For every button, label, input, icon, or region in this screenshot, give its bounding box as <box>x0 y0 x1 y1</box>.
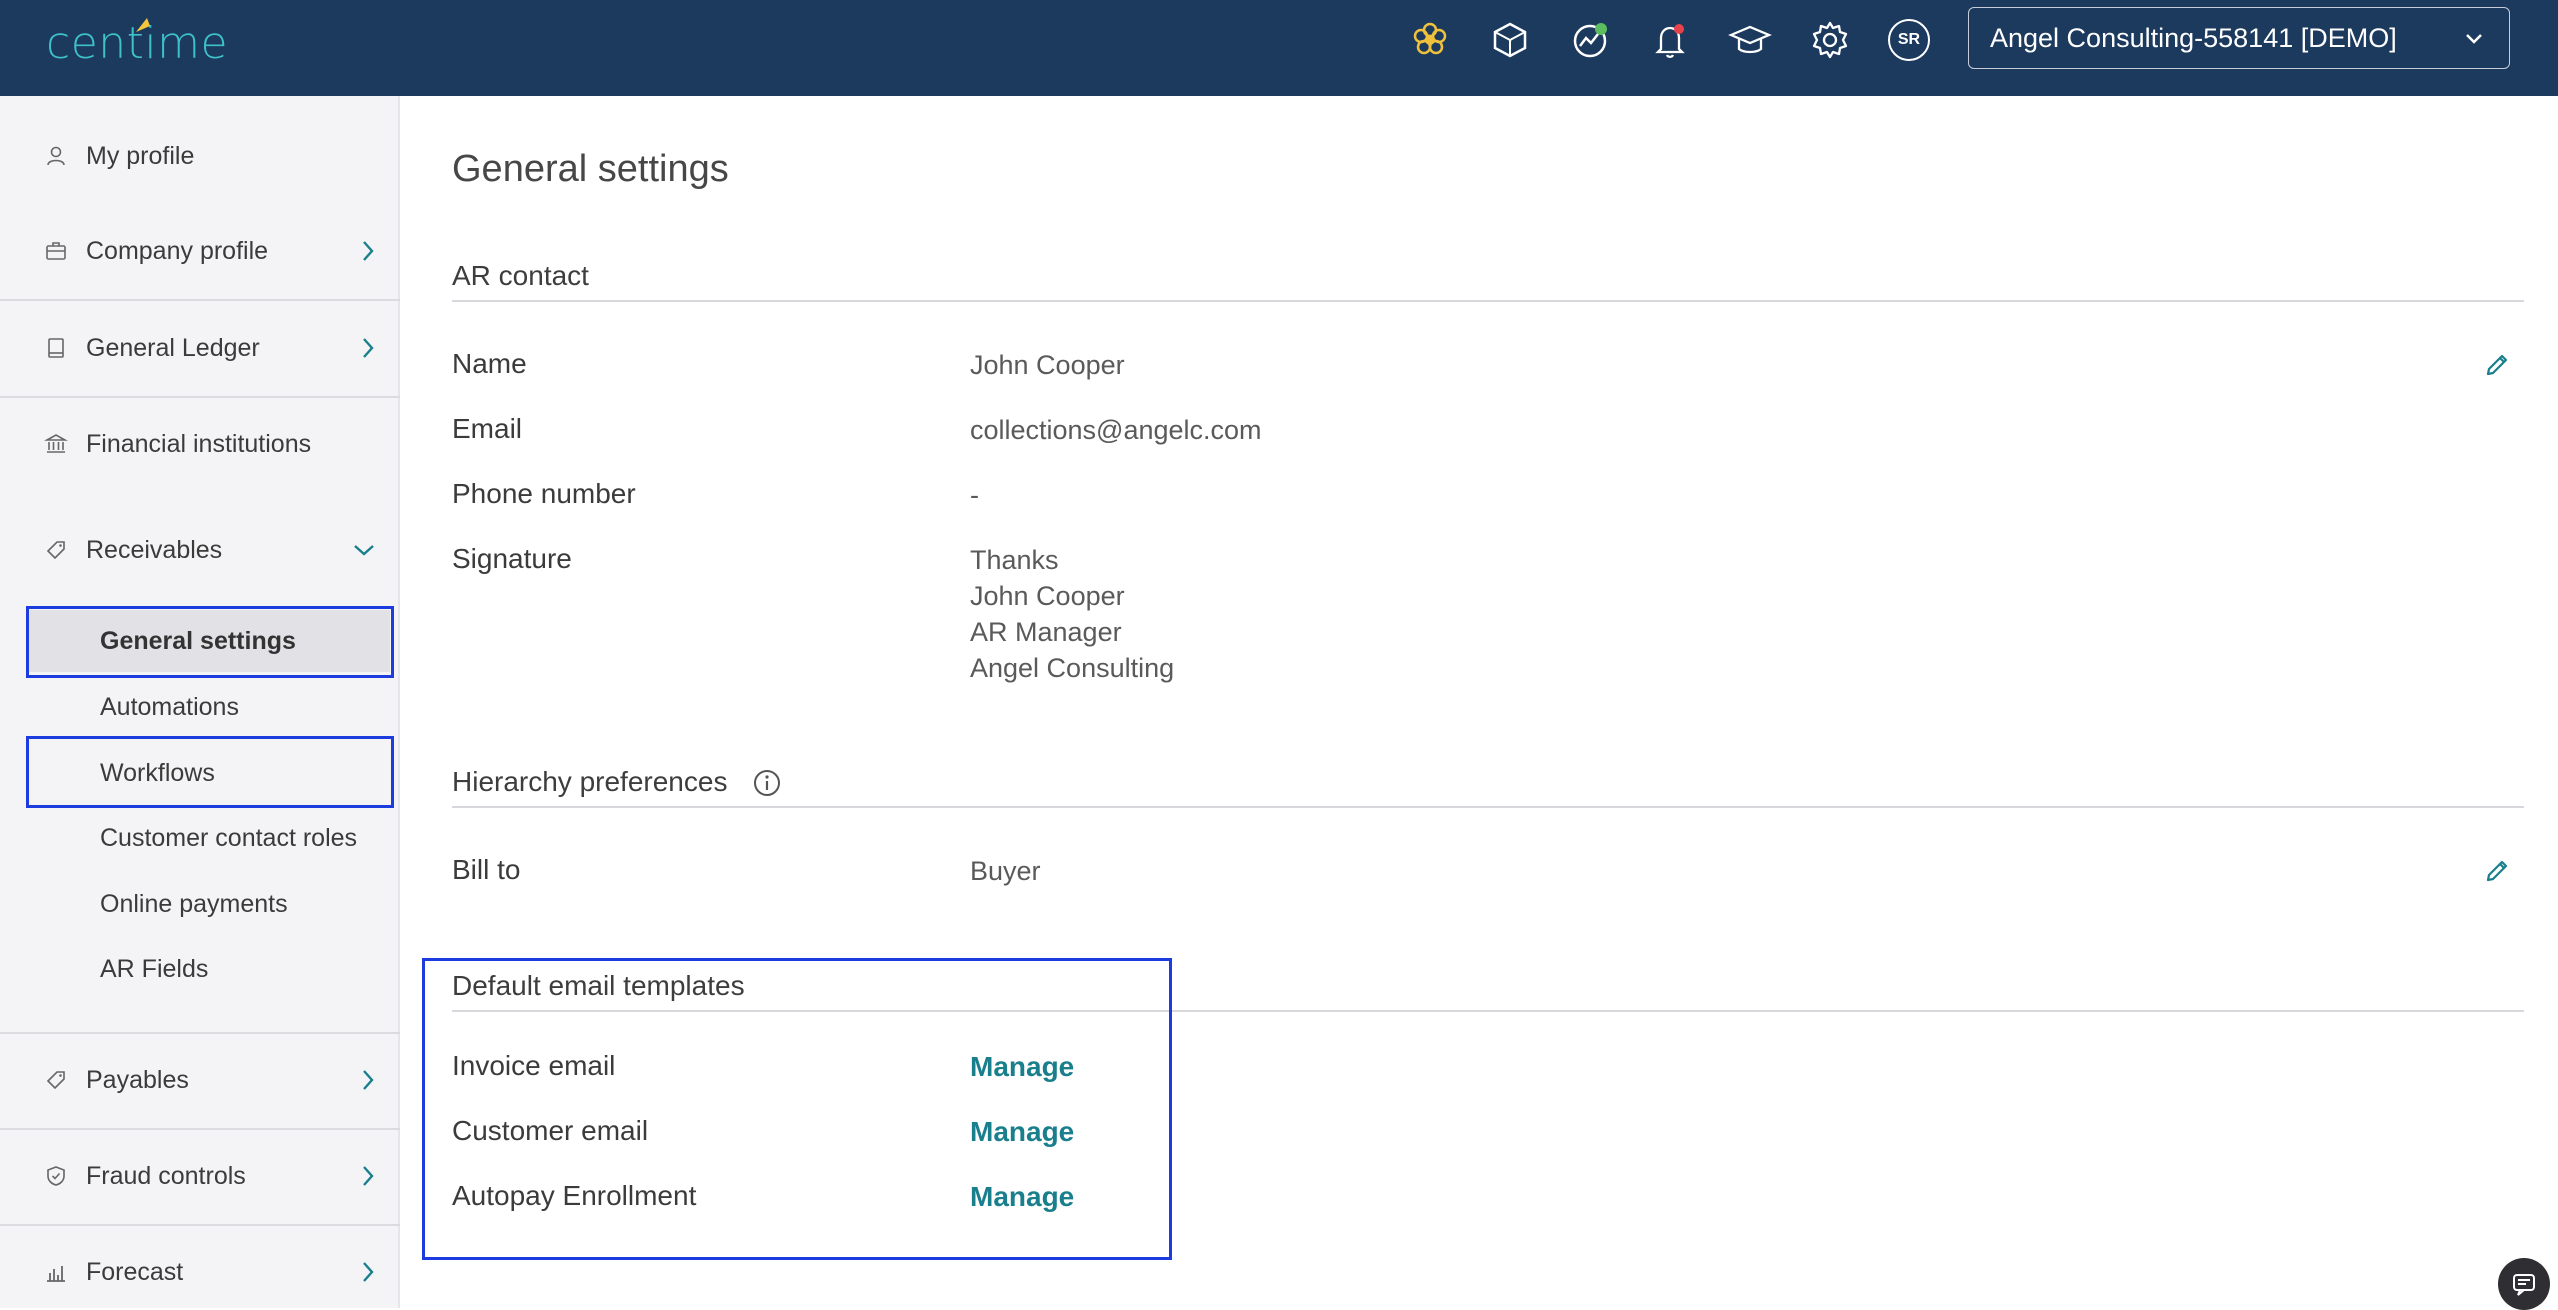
phone-value: - <box>970 480 979 510</box>
box-icon[interactable] <box>1488 18 1532 62</box>
edit-pencil-icon[interactable] <box>2482 350 2512 380</box>
chart-growth-icon[interactable] <box>1568 18 1612 62</box>
graduation-cap-icon[interactable] <box>1728 18 1772 62</box>
sidebar-item-forecast[interactable]: Forecast <box>0 1242 400 1302</box>
sidebar-divider <box>0 396 400 398</box>
bank-icon <box>44 434 68 453</box>
invoice-email-label: Invoice email <box>452 1050 616 1081</box>
chat-icon <box>2513 1274 2535 1296</box>
briefcase-icon <box>46 242 66 260</box>
name-label: Name <box>452 348 527 379</box>
sidebar-subitem-ar-fields[interactable]: AR Fields <box>28 938 390 1000</box>
sidebar-item-label: Forecast <box>86 1257 184 1286</box>
sidebar-divider <box>0 1128 400 1130</box>
section-divider <box>452 300 2524 302</box>
sidebar-subitem-label: Online payments <box>100 889 288 918</box>
page-title: General settings <box>452 148 729 190</box>
sidebar-item-label: Fraud controls <box>86 1161 246 1190</box>
bill-to-label: Bill to <box>452 854 521 885</box>
signature-line: Thanks <box>970 545 1059 575</box>
sidebar-item-receivables[interactable]: Receivables <box>0 520 400 580</box>
sidebar-item-label: Payables <box>86 1065 189 1094</box>
section-divider <box>452 806 2524 808</box>
sidebar-item-company-profile[interactable]: Company profile <box>0 221 400 281</box>
gear-icon[interactable] <box>1808 18 1852 62</box>
bell-icon[interactable] <box>1648 18 1692 62</box>
chevron-down-icon <box>2466 34 2482 44</box>
book-icon <box>48 338 64 358</box>
signature-line: AR Manager <box>970 617 1122 647</box>
autopay-enrollment-label: Autopay Enrollment <box>452 1180 697 1211</box>
sidebar-divider <box>0 299 400 301</box>
logo-mark-icon <box>136 18 150 32</box>
signature-label: Signature <box>452 543 572 574</box>
section-divider <box>452 1010 2524 1012</box>
highlight-box-email-templates <box>422 958 1172 1260</box>
sidebar-item-label: My profile <box>86 141 195 170</box>
chevron-right-icon <box>363 338 374 358</box>
manage-customer-email-link[interactable]: Manage <box>970 1116 1074 1148</box>
bill-to-value: Buyer <box>970 856 1041 886</box>
customer-email-label: Customer email <box>452 1115 649 1146</box>
name-value: John Cooper <box>970 350 1125 380</box>
email-value: collections@angelc.com <box>970 415 1262 445</box>
bar-chart-icon <box>47 1266 65 1282</box>
tag-icon <box>46 541 65 560</box>
sidebar-item-label: Financial institutions <box>86 429 312 458</box>
sidebar-item-label: Receivables <box>86 535 223 564</box>
company-selector-label: Angel Consulting-558141 [DEMO] <box>1990 22 2397 53</box>
section-title-ar-contact: AR contact <box>452 260 589 291</box>
sidebar-item-fraud-controls[interactable]: Fraud controls <box>0 1146 400 1206</box>
main-content: General settings AR contact Name John Co… <box>400 96 2558 1308</box>
phone-label: Phone number <box>452 478 636 509</box>
info-icon[interactable] <box>752 768 782 798</box>
sidebar-subitem-customer-contact-roles[interactable]: Customer contact roles <box>28 807 390 869</box>
user-avatar[interactable]: SR <box>1888 19 1930 61</box>
chevron-right-icon <box>363 1262 374 1282</box>
sidebar-item-label: General Ledger <box>86 333 260 362</box>
sidebar-subitem-label: Automations <box>100 692 239 721</box>
sidebar-subitem-online-payments[interactable]: Online payments <box>28 873 390 935</box>
sidebar-divider <box>0 1032 400 1034</box>
tag-icon <box>46 1071 65 1090</box>
sidebar-subitem-label: AR Fields <box>100 954 209 983</box>
section-title-hierarchy-preferences: Hierarchy preferences <box>452 766 728 797</box>
section-title-default-email-templates: Default email templates <box>452 970 745 1001</box>
chevron-down-icon <box>354 545 374 556</box>
signature-line: Angel Consulting <box>970 653 1175 683</box>
sidebar-item-financial-institutions[interactable]: Financial institutions <box>0 414 400 474</box>
chat-support-button[interactable] <box>2498 1258 2550 1310</box>
chevron-right-icon <box>363 241 374 261</box>
sidebar-item-general-ledger[interactable]: General Ledger <box>0 318 400 378</box>
email-label: Email <box>452 413 523 444</box>
manage-autopay-enrollment-link[interactable]: Manage <box>970 1181 1074 1213</box>
shield-icon <box>47 1166 65 1186</box>
manage-invoice-email-link[interactable]: Manage <box>970 1051 1074 1083</box>
sidebar-item-label: Company profile <box>86 236 269 265</box>
sidebar-subitem-label: Workflows <box>100 758 215 787</box>
flower-icon[interactable] <box>1408 18 1452 62</box>
sidebar-divider <box>0 1224 400 1226</box>
chevron-right-icon <box>363 1070 374 1090</box>
sidebar-subitem-workflows[interactable]: Workflows <box>28 742 390 804</box>
company-selector-dropdown[interactable]: Angel Consulting-558141 [DEMO] <box>1968 7 2510 69</box>
chevron-right-icon <box>363 1166 374 1186</box>
top-navigation-bar: centime SR Angel Consulting-558141 [DEMO… <box>0 0 2558 96</box>
sidebar-subitem-label: General settings <box>100 626 296 655</box>
sidebar-subitem-general-settings[interactable]: General settings <box>28 610 390 672</box>
edit-pencil-icon[interactable] <box>2482 856 2512 886</box>
sidebar-subitem-label: Customer contact roles <box>100 823 358 852</box>
sidebar-item-payables[interactable]: Payables <box>0 1050 400 1110</box>
signature-value: Thanks John Cooper AR Manager Angel Cons… <box>970 542 1174 686</box>
user-icon <box>47 146 65 166</box>
signature-line: John Cooper <box>970 581 1125 611</box>
sidebar-item-my-profile[interactable]: My profile <box>0 126 400 186</box>
settings-sidebar: My profile Company profile General Ledge… <box>0 96 400 1308</box>
sidebar-subitem-automations[interactable]: Automations <box>28 676 390 738</box>
